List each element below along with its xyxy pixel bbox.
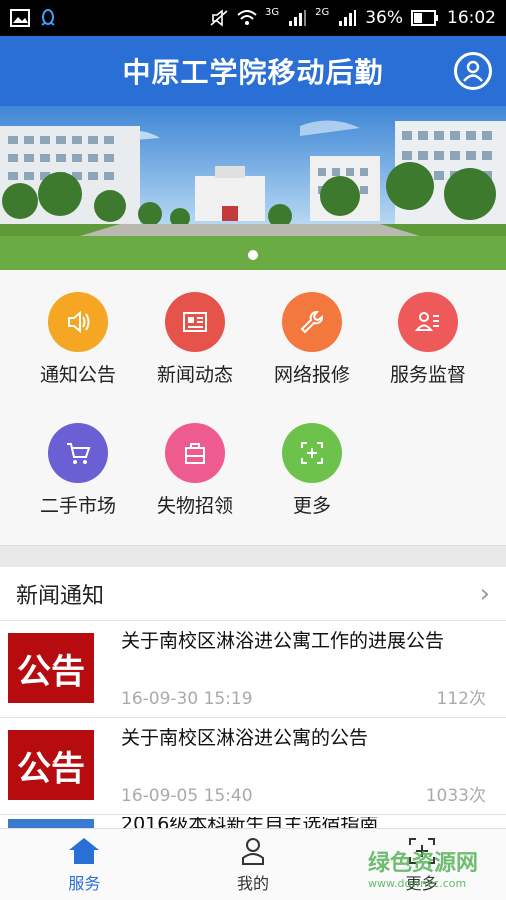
signal-icon <box>339 10 357 26</box>
person-icon <box>242 837 264 865</box>
wifi-icon <box>237 10 257 25</box>
campus-photo <box>0 106 506 270</box>
news-date: 16-09-30 15:19 <box>121 689 253 709</box>
news-thumbnail <box>8 819 94 828</box>
status-bar: 3G 2G 36% 16:02 <box>0 0 506 36</box>
tab-label: 服务 <box>68 873 101 893</box>
news-list: 公告 关于南校区淋浴进公寓工作的进展公告 16-09-30 15:19 112次… <box>0 621 506 828</box>
grid-label: 失物招领 <box>156 495 233 517</box>
grid-label: 新闻动态 <box>156 364 233 386</box>
carousel-indicator[interactable] <box>248 250 258 260</box>
wrench-icon <box>282 292 342 352</box>
battery-icon <box>411 10 438 26</box>
grid-item-lost-found[interactable]: 失物招领 <box>140 423 250 518</box>
grid-item-notice[interactable]: 通知公告 <box>23 292 133 387</box>
news-section-title: 新闻通知 <box>16 583 105 609</box>
news-section-header[interactable]: 新闻通知 › <box>0 567 506 621</box>
profile-button[interactable] <box>454 52 492 90</box>
grid-item-repair[interactable]: 网络报修 <box>257 292 367 387</box>
cart-icon <box>48 423 108 483</box>
mute-icon <box>210 9 228 27</box>
section-divider <box>0 545 506 567</box>
tab-label: 我的 <box>237 873 270 893</box>
watermark-url: www.downcc.com <box>368 877 467 890</box>
clock: 16:02 <box>447 8 496 28</box>
news-headline: 关于南校区淋浴进公寓的公告 <box>121 727 369 749</box>
app-title: 中原工学院移动后勤 <box>122 56 384 89</box>
news-view-count: 1033次 <box>425 786 486 806</box>
news-thumbnail: 公告 <box>8 730 94 800</box>
network-3g-label: 3G <box>264 6 280 18</box>
news-headline: 2016级本科新生自主选宿指南 <box>121 817 379 828</box>
grid-label: 服务监督 <box>389 364 466 386</box>
chevron-right-icon[interactable]: › <box>480 579 490 609</box>
list-item[interactable]: 2016级本科新生自主选宿指南 <box>0 815 506 828</box>
tab-mine[interactable]: 我的 <box>169 829 338 900</box>
list-item[interactable]: 公告 关于南校区淋浴进公寓的公告 16-09-05 15:40 1033次 <box>0 718 506 815</box>
grid-item-supervision[interactable]: 服务监督 <box>373 292 483 387</box>
app-header: 中原工学院移动后勤 <box>0 36 506 106</box>
news-thumbnail: 公告 <box>8 633 94 703</box>
network-2g-label: 2G <box>315 6 330 18</box>
grid-item-news[interactable]: 新闻动态 <box>140 292 250 387</box>
grid-item-more[interactable]: 更多 <box>257 423 367 518</box>
service-grid: 通知公告 新闻动态 网络报修 服务监督 二手市场 失物招领 更多 <box>0 270 506 545</box>
signal-icon <box>289 10 307 26</box>
watermark-text: 绿色资源网 <box>368 851 479 876</box>
scan-plus-icon <box>282 423 342 483</box>
battery-percent: 36% <box>365 8 403 28</box>
person-list-icon <box>398 292 458 352</box>
watermark: 绿色资源网 www.downcc.com <box>368 845 502 895</box>
grid-label: 通知公告 <box>39 364 116 386</box>
list-item[interactable]: 公告 关于南校区淋浴进公寓工作的进展公告 16-09-30 15:19 112次 <box>0 621 506 718</box>
news-headline: 关于南校区淋浴进公寓工作的进展公告 <box>121 630 445 652</box>
gallery-icon <box>10 9 30 27</box>
grid-item-market[interactable]: 二手市场 <box>23 423 133 518</box>
tab-service[interactable]: 服务 <box>0 829 169 900</box>
banner-carousel[interactable] <box>0 106 506 270</box>
speaker-icon <box>48 292 108 352</box>
grid-label: 网络报修 <box>273 364 350 386</box>
user-icon <box>463 60 483 82</box>
bag-icon <box>165 423 225 483</box>
newspaper-icon <box>165 292 225 352</box>
news-date: 16-09-05 15:40 <box>121 786 253 806</box>
qq-icon <box>41 9 55 26</box>
grid-label: 更多 <box>292 495 331 517</box>
home-icon <box>69 837 100 864</box>
grid-label: 二手市场 <box>39 495 116 517</box>
news-view-count: 112次 <box>436 689 486 709</box>
